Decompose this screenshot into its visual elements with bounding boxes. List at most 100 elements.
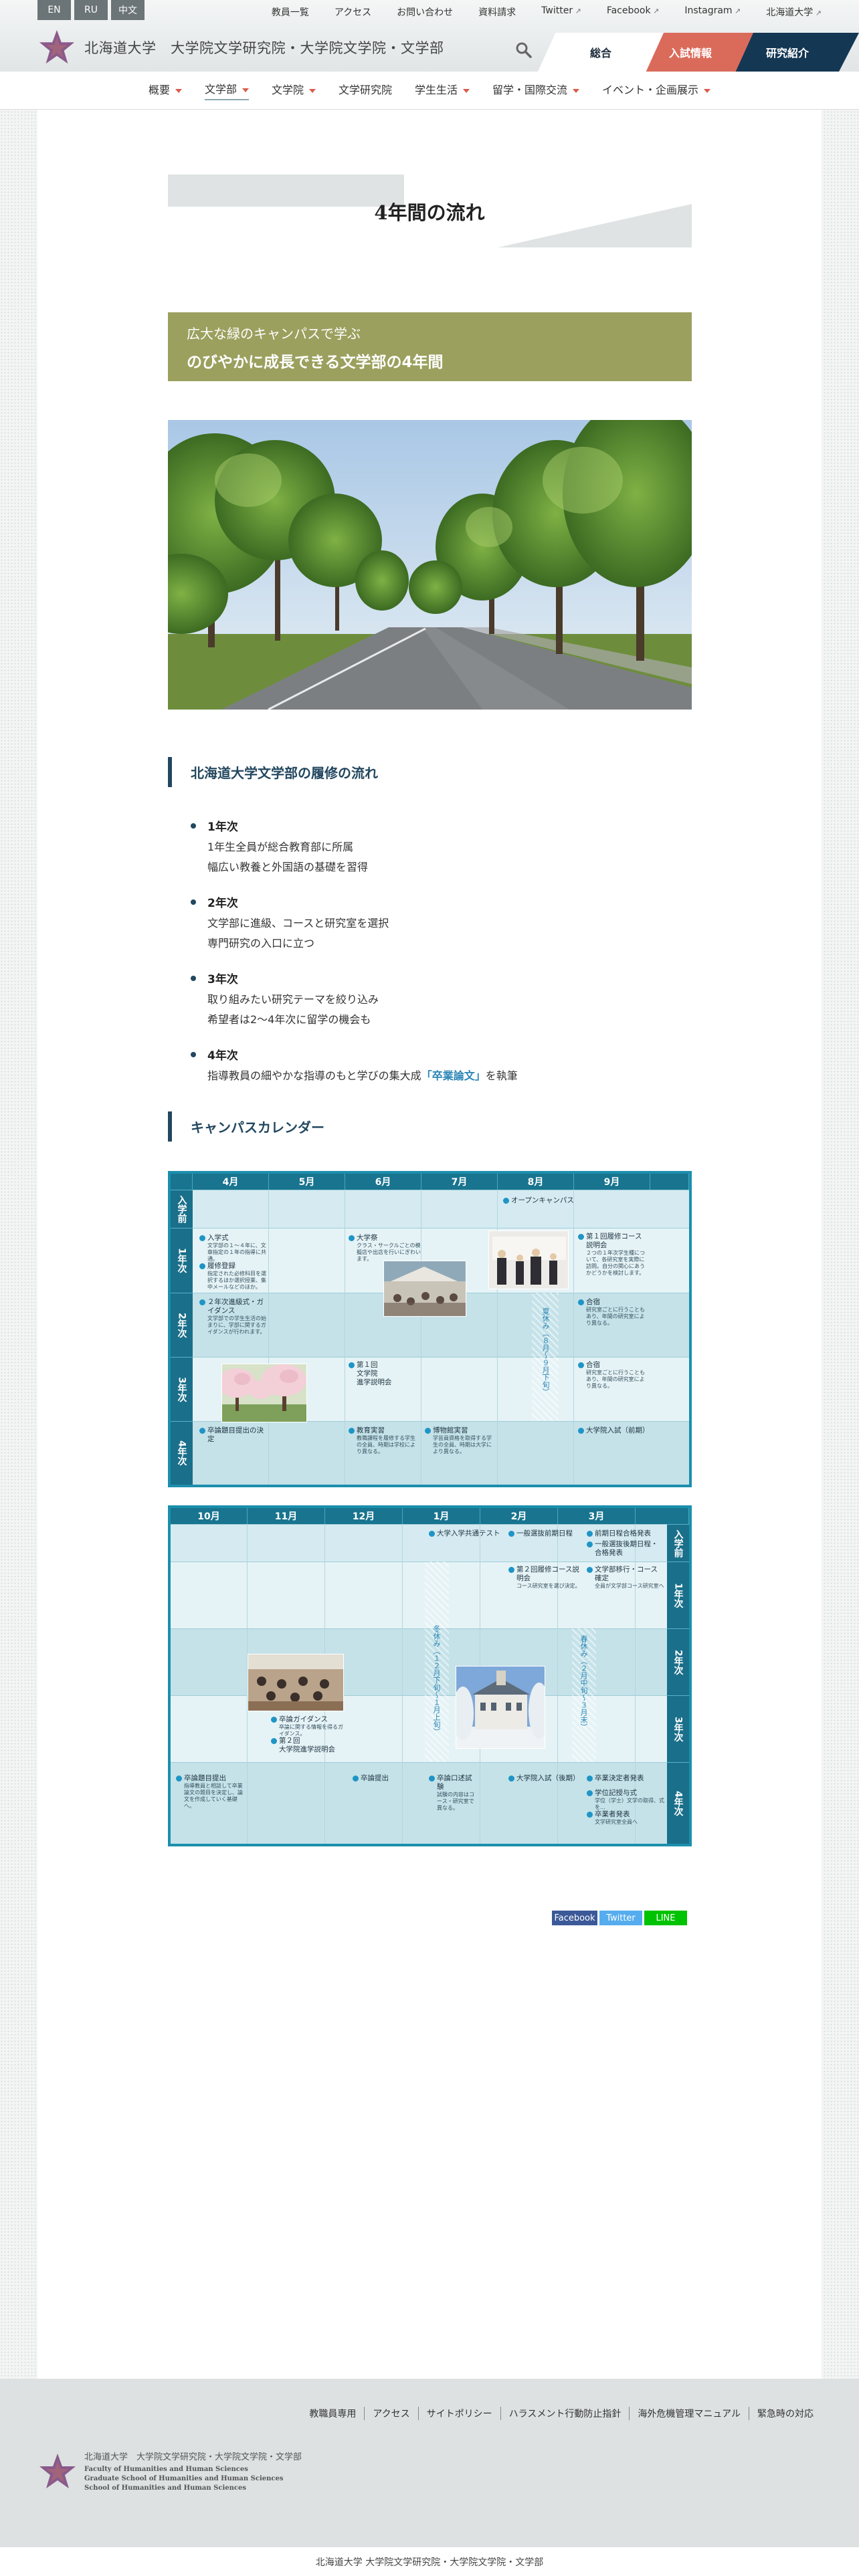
- year-line: 取り組みたい研究テーマを絞り込み: [207, 993, 379, 1006]
- event-text: 卒論題目提出の決定: [207, 1426, 264, 1443]
- nav-research-faculty[interactable]: 文学研究院: [339, 81, 392, 100]
- year-line-text: 指導教員の細やかな指導のもと学びの集大成: [207, 1069, 421, 1082]
- event-note: 卒論に関する情報を得るガイダンス。: [279, 1724, 343, 1737]
- footer-link-harassment[interactable]: ハラスメント行動防止指針: [500, 2407, 630, 2420]
- nav-faculty-letters[interactable]: 文学部: [204, 80, 249, 100]
- event-note: 教職課程を履修する学生の全員、時期は学校により異なる。: [357, 1435, 415, 1455]
- event-text: ２年次進級式・ガイダンス: [207, 1298, 264, 1315]
- month-header-corner: [636, 1508, 689, 1524]
- event-first-course-briefing: 第１回履修コース説明会 ２つの１年次学生種について、各研究室を実際に訪問。自分の関…: [578, 1232, 648, 1277]
- footer-links: 教職員専用 アクセス サイトポリシー ハラスメント行動防止指針 海外危機管理マニ…: [301, 2407, 822, 2420]
- share-line-button[interactable]: LINE: [644, 1911, 687, 1925]
- year-label: 4年次: [207, 1049, 238, 1063]
- util-instagram[interactable]: Instagram: [684, 5, 741, 19]
- row-label: 3年次: [667, 1695, 689, 1762]
- event-text: 卒論題目提出: [184, 1774, 226, 1782]
- row-label: 入学前: [171, 1190, 193, 1228]
- footer-link-access[interactable]: アクセス: [364, 2407, 417, 2420]
- nav-events[interactable]: イベント・企画展示: [602, 81, 710, 100]
- share-twitter-button[interactable]: Twitter: [599, 1911, 642, 1925]
- util-contact[interactable]: お問い合わせ: [397, 5, 453, 19]
- event-note: コース研究室を選び決定。: [516, 1583, 581, 1589]
- site-header: EN RU 中文 教員一覧 アクセス お問い合わせ 資料請求 Twitter F…: [0, 0, 859, 72]
- row-label: 入学前: [667, 1524, 689, 1562]
- page-title: 4年間の流れ: [374, 201, 485, 224]
- event-text: 博物館実習: [433, 1426, 468, 1434]
- event-text: 一般選抜前期日程: [516, 1529, 573, 1537]
- nav-student-life[interactable]: 学生生活: [415, 81, 470, 100]
- event-oral-exam: 卒論口述試験 試験の内容はコース・研究室で異なる。: [429, 1774, 478, 1812]
- event-text: 学位記授与式: [595, 1789, 637, 1797]
- event-text: オープンキャンパス: [511, 1196, 574, 1204]
- event-second-course-briefing: 第２回履修コース説明会 コース研究室を選び決定。: [508, 1566, 583, 1590]
- month-header: 12月: [325, 1508, 403, 1524]
- spring-vacation-label: 春休み（２月中旬〜３月末）: [579, 1635, 588, 1731]
- winter-vacation-label: 冬休み（１２月下旬〜１月上旬）: [432, 1625, 441, 1735]
- event-note: 学芸員資格を取得する学生の全員、時期は大学により異なる。: [433, 1435, 492, 1455]
- footer-link-emergency[interactable]: 緊急時の対応: [749, 2407, 822, 2420]
- event-teaching-practice: 教育実習 教職課程を履修する学生の全員、時期は学校により異なる。: [349, 1426, 418, 1455]
- event-first-results: 前期日程合格発表: [587, 1529, 664, 1538]
- year-line: 希望者は2〜4年次に留学の機会も: [207, 1013, 371, 1026]
- row-label: 1年次: [667, 1562, 689, 1628]
- year-line: 専門研究の入口に立つ: [207, 937, 315, 950]
- lang-ru[interactable]: RU: [74, 0, 108, 20]
- event-text: 第１回履修コース説明会: [586, 1232, 642, 1249]
- year-line: 文学部に進級、コースと研究室を選択: [207, 917, 389, 930]
- lang-en[interactable]: EN: [37, 0, 71, 20]
- row-label: 1年次: [171, 1228, 193, 1293]
- year-line: 指導教員の細やかな指導のもと学びの集大成「卒業論文」を執筆: [207, 1066, 657, 1086]
- event-grad-exam-spring: 大学院入試（前期）: [578, 1426, 650, 1435]
- event-note: 試験の内容はコース・研究室で異なる。: [437, 1792, 474, 1811]
- event-note: 文学部の１〜４年に、文章指定の１年の指導に共通。: [207, 1243, 266, 1262]
- month-header: 7月: [421, 1174, 498, 1190]
- util-twitter[interactable]: Twitter: [541, 5, 581, 19]
- search-icon[interactable]: [515, 41, 533, 59]
- month-divider: [269, 1190, 345, 1485]
- util-brochure[interactable]: 資料請求: [478, 5, 516, 19]
- event-general-first: 一般選抜前期日程: [508, 1529, 573, 1538]
- event-text: 文学部移行・コース確定: [595, 1566, 658, 1582]
- tab-general[interactable]: 総合: [538, 33, 664, 72]
- util-hokudai[interactable]: 北海道大学: [766, 5, 822, 19]
- banner-subtitle: 広大な緑のキャンパスで学ぶ: [187, 326, 361, 342]
- calendar-apr-sep: 4月 5月 6月 7月 8月 9月 入学前 1年次 2年次 3年次 4年次 夏休…: [168, 1171, 692, 1487]
- footer-logo-text: 北海道大学 大学院文学研究院・大学院文学院・文学部 Faculty of Hum…: [84, 2450, 302, 2493]
- footer-logo[interactable]: 北海道大学 大学院文学研究院・大学院文学院・文学部 Faculty of Hum…: [37, 2450, 302, 2493]
- nav-overview[interactable]: 概要: [149, 81, 182, 100]
- campus-photo: [168, 420, 692, 710]
- event-note: 学位（学士）文学の取得、式を…: [595, 1798, 664, 1810]
- festival-photo: [383, 1261, 466, 1317]
- footer-link-policy[interactable]: サイトポリシー: [417, 2407, 500, 2420]
- orientation-photo: [488, 1230, 569, 1289]
- star-logo-icon: [39, 2453, 76, 2488]
- footer-link-staff[interactable]: 教職員専用: [301, 2407, 364, 2420]
- section-curriculum-heading: 北海道大学文学部の履修の流れ: [168, 757, 378, 787]
- event-text: 大学祭: [357, 1234, 378, 1242]
- util-faculty-list[interactable]: 教員一覧: [272, 5, 309, 19]
- event-thesis-title: 卒論題目提出 指導教員と相談して卒業論文の題目を決定し、論文を作成していく基礎へ。: [176, 1774, 246, 1810]
- event-note: 文学部での学生生活の始まりに、学部に関するガイダンスが行われます。: [207, 1315, 266, 1335]
- summer-vacation-label: 夏休み（８月〜９月下旬）: [541, 1307, 550, 1396]
- nav-international[interactable]: 留学・国際交流: [492, 81, 579, 100]
- site-logo[interactable]: 北海道大学 大学院文学研究院・大学院文学院・文学部: [37, 28, 444, 67]
- event-graduation-announcement: 卒業決定者発表: [587, 1774, 664, 1783]
- event-text: 履修登録: [207, 1262, 235, 1270]
- section-calendar-heading: キャンパスカレンダー: [168, 1111, 324, 1142]
- event-festival: 大学祭 クラス・サークルごとの模擬店や出店を行いにぎわいます。: [349, 1234, 421, 1263]
- event-text: 第２回: [279, 1737, 300, 1745]
- main-nav: 概要 文学部 文学院 文学研究院 学生生活 留学・国際交流 イベント・企画展示: [0, 72, 859, 110]
- event-thesis-guidance: 卒論ガイダンス 卒論に関する情報を得るガイダンス。: [271, 1715, 345, 1737]
- share-facebook-button[interactable]: Facebook: [552, 1911, 597, 1925]
- utility-nav: 教員一覧 アクセス お問い合わせ 資料請求 Twitter Facebook I…: [272, 5, 822, 19]
- util-facebook[interactable]: Facebook: [607, 5, 660, 19]
- footer-logo-en: Faculty of Humanities and Human Sciences: [84, 2466, 248, 2473]
- event-note: 研究室ごとに行うこともあり、年間の研究室により異なる。: [586, 1307, 645, 1326]
- month-header: 1月: [403, 1508, 480, 1524]
- language-switcher: EN RU 中文: [37, 0, 145, 20]
- util-access[interactable]: アクセス: [335, 5, 371, 19]
- nav-graduate-school[interactable]: 文学院: [272, 81, 316, 100]
- lang-zh[interactable]: 中文: [111, 0, 145, 20]
- footer-link-crisis[interactable]: 海外危機管理マニュアル: [629, 2407, 749, 2420]
- footer-logo-en: Graduate School of Humanities and Human …: [84, 2475, 284, 2482]
